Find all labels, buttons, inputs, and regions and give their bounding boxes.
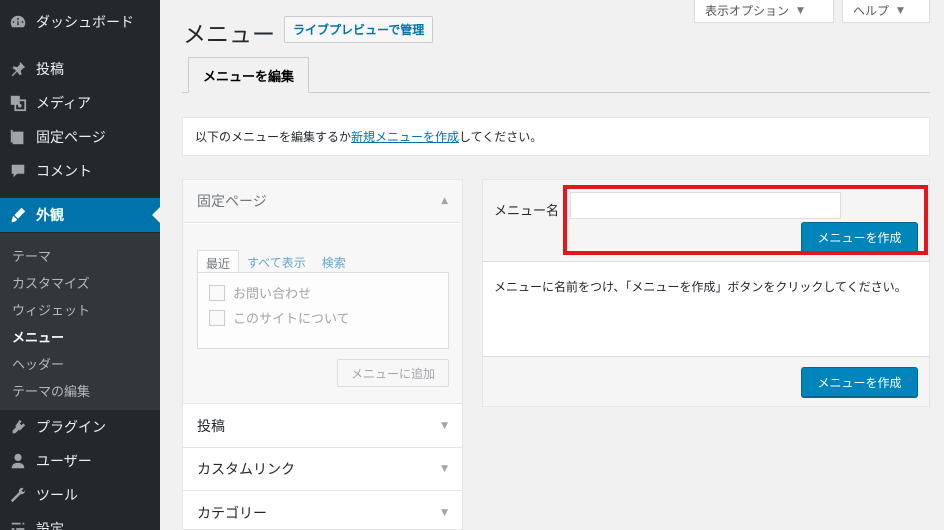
manage-menus-notice: 以下のメニューを編集するか 新規メニューを作成 してください。 [182, 117, 930, 156]
active-indicator [152, 207, 160, 223]
accordion-section-pages[interactable]: 固定ページ ▲ [183, 180, 462, 223]
sidebar-item-settings[interactable]: 設定 [0, 512, 160, 530]
submenu-item-customize[interactable]: カスタマイズ [12, 273, 90, 292]
sidebar-item-label: 投稿 [36, 62, 64, 78]
caret-down-icon: ▼ [441, 464, 448, 474]
page-checkbox-item[interactable]: お問い合わせ [209, 283, 311, 302]
sidebar-item-pages[interactable]: 固定ページ [0, 120, 160, 154]
caret-up-icon: ▲ [441, 196, 448, 206]
page-icon [0, 128, 36, 146]
tab-edit-menus[interactable]: メニューを編集 [188, 57, 309, 93]
section-title: 投稿 [197, 419, 225, 435]
submenu-item-menus[interactable]: メニュー [12, 327, 64, 346]
sidebar-item-media[interactable]: メディア [0, 86, 160, 120]
dashboard-icon [0, 13, 36, 31]
sidebar-item-label: プラグイン [36, 420, 106, 436]
sidebar-item-label: ダッシュボード [36, 15, 134, 31]
sidebar-item-label: 設定 [36, 522, 64, 530]
submenu-item-header[interactable]: ヘッダー [12, 354, 64, 373]
caret-down-icon: ▼ [897, 5, 904, 16]
checkbox[interactable] [209, 309, 225, 326]
help-label: ヘルプ [853, 4, 890, 18]
add-menu-items-accordion: 固定ページ ▲ 最近 すべて表示 検索 お問い合わせ このサイトについて メニュ… [182, 179, 463, 530]
notice-prefix: 以下のメニューを編集するか [195, 130, 352, 144]
sidebar-item-label: 外観 [36, 208, 64, 224]
appearance-icon [0, 206, 36, 224]
sidebar-item-label: コメント [36, 164, 92, 180]
sidebar-item-plugins[interactable]: プラグイン [0, 410, 160, 444]
submenu-item-theme-editor[interactable]: テーマの編集 [12, 381, 90, 400]
screen-options-label: 表示オプション [705, 4, 790, 18]
section-title: 固定ページ [197, 194, 267, 210]
comment-icon [0, 162, 36, 180]
section-title: カスタムリンク [197, 462, 295, 478]
menu-footer: メニューを作成 [483, 356, 929, 406]
sidebar-item-label: メディア [36, 96, 92, 112]
caret-down-icon: ▼ [797, 5, 804, 16]
page-label: このサイトについて [233, 312, 350, 327]
pages-list-panel: お問い合わせ このサイトについて [197, 272, 449, 349]
appearance-submenu: テーマ カスタマイズ ウィジェット メニュー ヘッダー テーマの編集 [0, 233, 160, 410]
settings-icon [0, 520, 36, 530]
media-icon [0, 94, 36, 112]
section-title: カテゴリー [197, 505, 267, 522]
help-button[interactable]: ヘルプ ▼ [842, 0, 930, 23]
sidebar-item-posts[interactable]: 投稿 [0, 52, 160, 86]
plugin-icon [0, 418, 36, 436]
page-title: メニュー [183, 22, 275, 48]
sidebar-item-users[interactable]: ユーザー [0, 444, 160, 478]
admin-sidebar: ダッシュボード 投稿 メディア 固定ページ コメント 外観 テーマ カスタマイズ… [0, 0, 160, 530]
menu-name-label: メニュー名 [494, 204, 560, 219]
menu-instructions: メニューに名前をつけ、「メニューを作成」ボタンをクリックしてください。 [494, 280, 907, 294]
sidebar-item-tools[interactable]: ツール [0, 478, 160, 512]
submenu-item-themes[interactable]: テーマ [12, 246, 51, 265]
page-checkbox-item[interactable]: このサイトについて [209, 308, 350, 327]
accordion-section-custom-links[interactable]: カスタムリンク ▼ [183, 448, 462, 491]
caret-down-icon: ▼ [441, 507, 448, 518]
highlight-box [563, 185, 928, 255]
page-label: お問い合わせ [233, 287, 312, 302]
screen-options-button[interactable]: 表示オプション ▼ [694, 0, 834, 23]
pin-icon [0, 60, 36, 78]
sidebar-item-label: ユーザー [36, 454, 92, 470]
add-to-menu-button[interactable]: メニューに追加 [337, 359, 449, 387]
sidebar-item-label: ツール [36, 488, 78, 504]
pages-section-body: 最近 すべて表示 検索 お問い合わせ このサイトについて メニューに追加 [183, 224, 462, 404]
sidebar-item-appearance[interactable]: 外観 [0, 198, 160, 232]
sidebar-item-comments[interactable]: コメント [0, 154, 160, 188]
caret-down-icon: ▼ [441, 421, 448, 431]
notice-suffix: してください。 [459, 130, 543, 144]
create-new-menu-link[interactable]: 新規メニューを作成 [351, 128, 459, 145]
create-menu-button-footer[interactable]: メニューを作成 [801, 367, 918, 397]
checkbox[interactable] [209, 284, 225, 301]
user-icon [0, 452, 36, 470]
sidebar-item-dashboard[interactable]: ダッシュボード [0, 5, 160, 39]
submenu-item-widgets[interactable]: ウィジェット [12, 300, 90, 319]
accordion-section-categories[interactable]: カテゴリー ▼ [183, 491, 462, 530]
tool-icon [0, 486, 36, 504]
sidebar-item-label: 固定ページ [36, 130, 106, 146]
accordion-section-posts[interactable]: 投稿 ▼ [183, 405, 462, 448]
live-preview-button[interactable]: ライブプレビューで管理 [284, 16, 434, 43]
